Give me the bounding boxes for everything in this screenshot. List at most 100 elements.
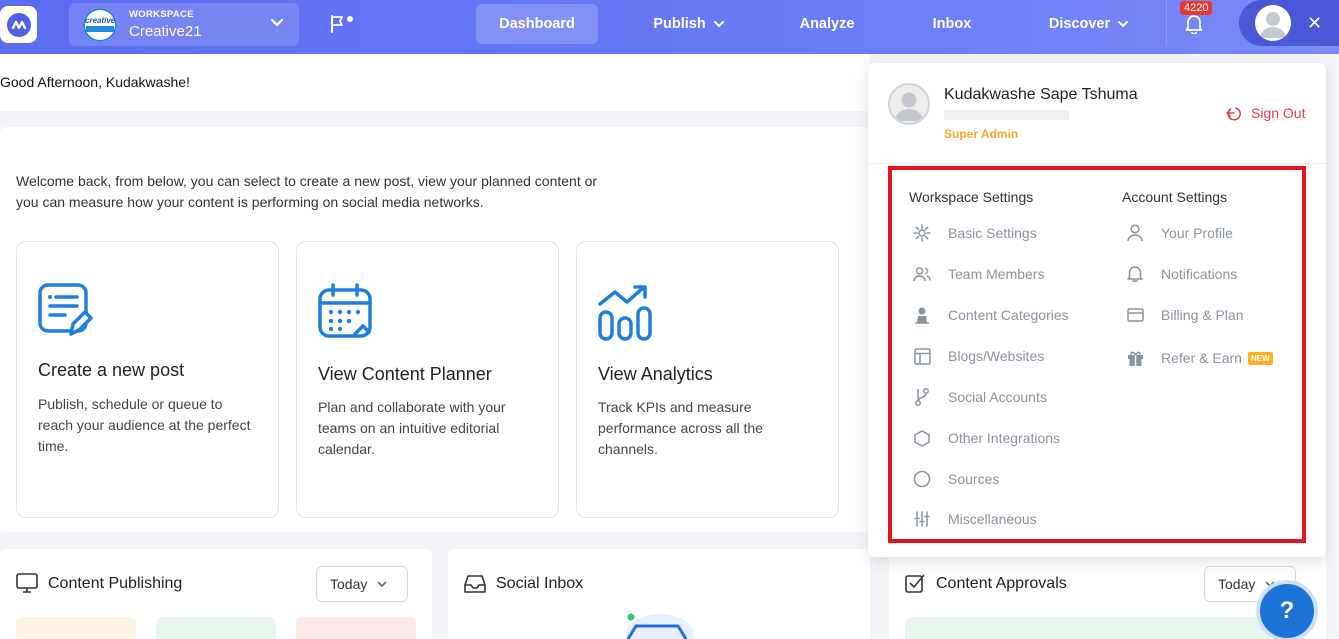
filter-value: Today (1218, 576, 1256, 592)
user-avatar (1255, 5, 1291, 41)
content-approvals-title: Content Approvals (936, 575, 1067, 592)
top-navigation-bar: creative WORKSPACE Creative21 Dashboard … (0, 0, 1339, 54)
notifications-button[interactable]: 4220 (1166, 0, 1221, 46)
create-post-card[interactable]: Create a new post Publish, schedule or q… (16, 241, 279, 518)
chevron-down-icon (377, 581, 387, 588)
workspace-label: WORKSPACE (129, 9, 194, 20)
nav-discover[interactable]: Discover (1036, 4, 1142, 44)
inbox-icon (464, 575, 486, 593)
stat-tile (296, 617, 416, 639)
profile-role: Super Admin (944, 127, 1019, 141)
credit-card-icon (1126, 308, 1144, 322)
menu-social-accounts[interactable]: Social Accounts (912, 387, 1047, 407)
card-title: View Analytics (598, 364, 713, 384)
menu-notifications[interactable]: Notifications (1125, 264, 1237, 284)
nav-publish[interactable]: Publish (636, 4, 742, 44)
card-title: View Content Planner (318, 364, 492, 384)
new-badge: NEW (1247, 351, 1273, 365)
inbox-illustration (626, 613, 694, 639)
chevron-down-icon (1118, 21, 1129, 28)
app-logo[interactable] (0, 6, 37, 43)
circle-icon (913, 470, 931, 488)
menu-team-members[interactable]: Team Members (912, 264, 1044, 284)
approval-check-icon (905, 574, 925, 593)
menu-billing-plan[interactable]: Billing & Plan (1125, 305, 1244, 325)
card-title: Create a new post (38, 360, 185, 380)
nav-discover-label: Discover (1048, 16, 1111, 32)
menu-label: Content Categories (948, 307, 1069, 323)
publishing-date-filter[interactable]: Today (316, 566, 408, 602)
menu-label: Miscellaneous (948, 511, 1037, 527)
sliders-icon (914, 511, 930, 527)
chevron-down-icon (713, 21, 724, 28)
help-button[interactable]: ? (1256, 580, 1318, 639)
card-description: Plan and collaborate with your teams on … (318, 399, 506, 457)
menu-label: Refer & Earn (1161, 350, 1242, 366)
stat-tile (156, 617, 276, 639)
stat-tile (905, 617, 1305, 639)
social-inbox-title: Social Inbox (496, 575, 584, 592)
user-icon (1127, 224, 1143, 242)
workspace-settings-heading: Workspace Settings (909, 189, 1034, 205)
profile-name: Kudakwashe Sape Tshuma (944, 86, 1138, 103)
menu-label: Your Profile (1161, 225, 1233, 241)
calendar-icon (318, 283, 372, 338)
categories-icon (915, 307, 929, 324)
menu-other-integrations[interactable]: Other Integrations (912, 428, 1060, 448)
menu-label: Notifications (1161, 266, 1238, 282)
bell-icon (1185, 15, 1203, 34)
content-planner-card[interactable]: View Content Planner Plan and collaborat… (296, 241, 559, 518)
menu-refer-earn[interactable]: Refer & Earn NEW (1125, 348, 1273, 368)
contentstudio-logo-icon (6, 12, 31, 37)
team-icon (913, 267, 931, 282)
analytics-icon (598, 285, 652, 341)
nav-publish-label: Publish (653, 16, 706, 32)
card-description: Publish, schedule or queue to reach your… (38, 396, 251, 454)
menu-label: Billing & Plan (1161, 307, 1244, 323)
layout-icon (913, 347, 931, 365)
card-description: Track KPIs and measure performance acros… (598, 399, 763, 457)
menu-basic-settings[interactable]: Basic Settings (912, 223, 1037, 243)
menu-sources[interactable]: Sources (912, 469, 999, 489)
notification-count-badge: 4220 (1180, 1, 1213, 15)
hexagon-icon (914, 429, 930, 447)
sign-out-button[interactable]: Sign Out (1226, 105, 1305, 121)
user-placeholder-icon (895, 92, 923, 121)
menu-blogs-websites[interactable]: Blogs/Websites (912, 346, 1044, 366)
menu-label: Social Accounts (948, 389, 1047, 405)
menu-miscellaneous[interactable]: Miscellaneous (912, 509, 1037, 529)
user-menu-toggle[interactable]: ✕ (1239, 0, 1339, 46)
sign-out-icon (1226, 107, 1241, 121)
menu-label: Sources (948, 471, 1000, 487)
menu-label: Team Members (948, 266, 1045, 282)
chevron-down-icon (270, 18, 284, 27)
nav-inbox[interactable]: Inbox (916, 4, 988, 44)
divider (868, 163, 1326, 164)
close-icon[interactable]: ✕ (1307, 13, 1322, 34)
menu-your-profile[interactable]: Your Profile (1125, 223, 1233, 243)
menu-content-categories[interactable]: Content Categories (912, 305, 1069, 325)
workspace-avatar: creative (83, 8, 117, 42)
compose-icon (38, 283, 93, 336)
menu-label: Basic Settings (948, 225, 1037, 241)
bell-icon (1127, 266, 1143, 282)
flag-icon[interactable] (330, 14, 356, 34)
nav-analyze[interactable]: Analyze (786, 4, 868, 44)
git-branch-icon (915, 388, 929, 406)
workspace-switcher[interactable]: creative WORKSPACE Creative21 (69, 3, 299, 46)
workspace-logo-text: creative (85, 16, 116, 25)
gear-icon (913, 224, 931, 242)
greeting-text: Good Afternoon, Kudakwashe! (0, 74, 190, 90)
user-placeholder-icon (1260, 12, 1286, 38)
stat-tile (16, 617, 136, 639)
analytics-card[interactable]: View Analytics Track KPIs and measure pe… (576, 241, 839, 518)
account-settings-heading: Account Settings (1122, 189, 1228, 205)
menu-label: Blogs/Websites (948, 348, 1045, 364)
menu-label: Other Integrations (948, 430, 1061, 446)
account-dropdown: Kudakwashe Sape Tshuma Super Admin Sign … (868, 63, 1326, 557)
profile-avatar (888, 83, 930, 125)
gift-icon (1127, 351, 1143, 366)
sign-out-label: Sign Out (1251, 105, 1306, 121)
filter-value: Today (330, 576, 368, 592)
nav-dashboard[interactable]: Dashboard (476, 4, 598, 44)
